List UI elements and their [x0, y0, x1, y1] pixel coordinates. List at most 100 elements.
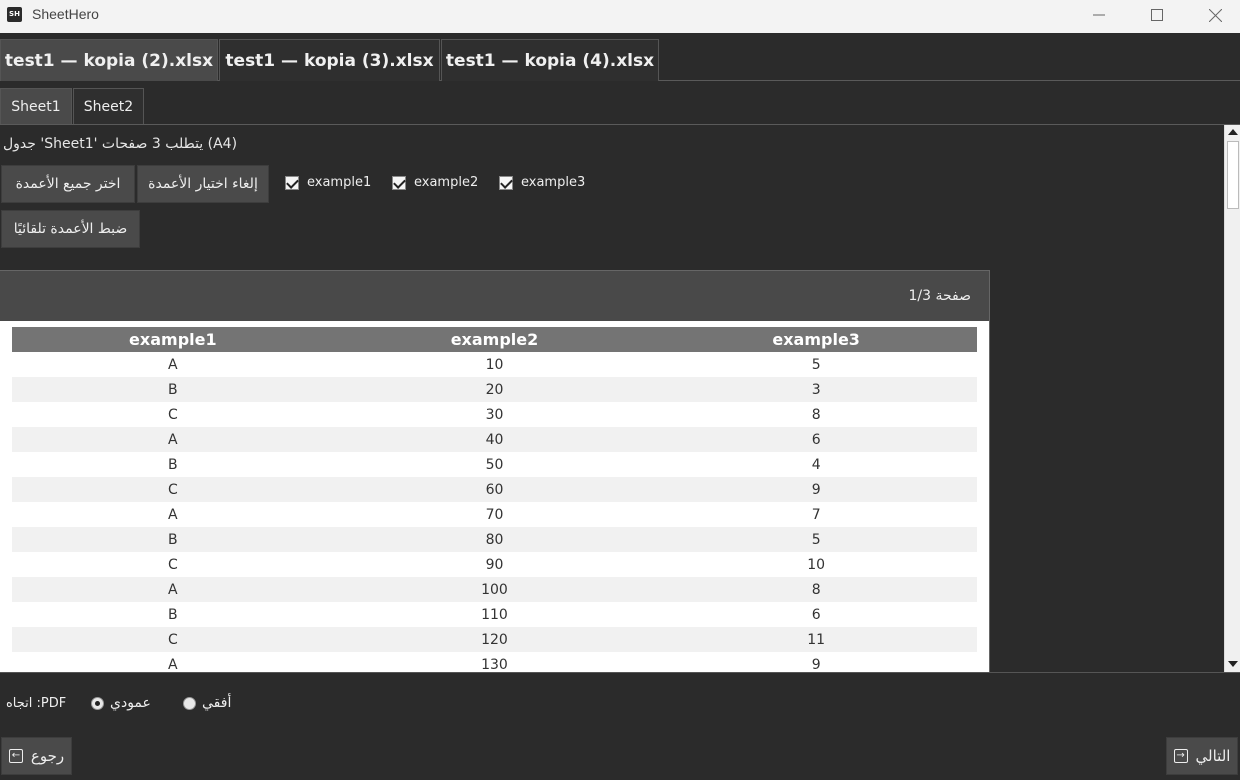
table-cell: 9	[655, 477, 977, 502]
file-tab-kopia-2[interactable]: test1 — kopia (2).xlsx	[0, 39, 218, 81]
table-cell: 8	[655, 402, 977, 427]
maximize-icon	[1151, 9, 1163, 21]
table-cell: 60	[333, 477, 656, 502]
table-cell: 5	[655, 352, 977, 377]
table-cell: 20	[333, 377, 656, 402]
table-cell: 110	[333, 602, 656, 627]
table-cell: B	[12, 527, 334, 552]
table-cell: A	[12, 577, 334, 602]
table-cell: 80	[333, 527, 656, 552]
checkbox-checked-icon	[499, 175, 513, 190]
pages-required-text: (A4) يتطلب 3 صفحات 'Sheet1' جدول	[3, 136, 238, 152]
footer-bar: PDF: اتجاه عمودي أفقي ← رجوع → التالي	[0, 672, 1240, 780]
radio-label: عمودي	[110, 695, 151, 711]
window-title: SheetHero	[32, 6, 99, 22]
arrow-left-icon: ←	[8, 749, 23, 763]
table-cell: 50	[333, 452, 656, 477]
back-button[interactable]: ← رجوع	[1, 737, 72, 775]
table-cell: C	[12, 477, 334, 502]
radio-label: أفقي	[202, 695, 232, 711]
file-tab-kopia-3[interactable]: test1 — kopia (3).xlsx	[219, 39, 440, 81]
table-cell: C	[12, 402, 334, 427]
portrait-radio[interactable]: عمودي	[91, 695, 151, 711]
minimize-icon	[1093, 14, 1105, 16]
table-cell: 6	[655, 602, 977, 627]
column-header: example2	[333, 327, 656, 352]
table-cell: 90	[333, 552, 656, 577]
file-tab-kopia-4[interactable]: test1 — kopia (4).xlsx	[441, 39, 659, 81]
back-label: رجوع	[30, 747, 65, 765]
sheet-tab-bar: Sheet1 Sheet2	[0, 81, 1240, 125]
table-row: B 50 4	[12, 452, 977, 477]
title-bar: SH SheetHero	[0, 0, 1240, 33]
column-checkbox-example1[interactable]: example1	[285, 175, 371, 190]
table-cell: 3	[655, 377, 977, 402]
scrollbar-thumb[interactable]	[1227, 141, 1239, 209]
triangle-down-icon	[1228, 661, 1238, 667]
table-row: A 100 8	[12, 577, 977, 602]
table-cell: 30	[333, 402, 656, 427]
table-header-row: example1 example2 example3	[12, 327, 977, 352]
table-cell: 100	[333, 577, 656, 602]
table-cell: 120	[333, 627, 656, 652]
table-row: A 10 5	[12, 352, 977, 377]
checkbox-checked-icon	[285, 175, 299, 190]
checkbox-label: example2	[414, 175, 479, 190]
checkbox-label: example3	[521, 175, 586, 190]
table-cell: 9	[655, 652, 977, 672]
arrow-right-icon: →	[1173, 749, 1188, 763]
maximize-button[interactable]	[1128, 0, 1186, 30]
table-row: B 80 5	[12, 527, 977, 552]
sheet-tab-sheet2[interactable]: Sheet2	[73, 88, 144, 124]
table-row: B 20 3	[12, 377, 977, 402]
table-cell: 70	[333, 502, 656, 527]
deselect-all-columns-button[interactable]: إلغاء اختيار الأعمدة	[137, 165, 269, 203]
table-cell: 10	[655, 552, 977, 577]
table-cell: 40	[333, 427, 656, 452]
file-tab-bar: test1 — kopia (2).xlsx test1 — kopia (3)…	[0, 33, 1240, 81]
next-label: التالي	[1195, 747, 1231, 765]
table-row: C 60 9	[12, 477, 977, 502]
table-cell: 8	[655, 577, 977, 602]
auto-fit-columns-button[interactable]: ضبط الأعمدة تلقائيًا	[1, 210, 140, 248]
table-row: C 120 11	[12, 627, 977, 652]
table-row: C 90 10	[12, 552, 977, 577]
table-cell: B	[12, 602, 334, 627]
vertical-scrollbar[interactable]	[1224, 125, 1240, 672]
pdf-preview: صفحة 1/3 example1 example2 example3 A 10 5…	[0, 270, 990, 672]
table-cell: B	[12, 377, 334, 402]
preview-header: صفحة 1/3	[0, 271, 989, 321]
table-row: A 130 9	[12, 652, 977, 672]
table-cell: A	[12, 352, 334, 377]
table-cell: B	[12, 452, 334, 477]
table-cell: A	[12, 502, 334, 527]
app-logo-icon: SH	[7, 7, 22, 22]
table-cell: A	[12, 652, 334, 672]
checkbox-label: example1	[307, 175, 372, 190]
table-cell: 4	[655, 452, 977, 477]
table-cell: 5	[655, 527, 977, 552]
table-cell: 11	[655, 627, 977, 652]
sheet-tab-sheet1[interactable]: Sheet1	[0, 88, 72, 124]
minimize-button[interactable]	[1070, 0, 1128, 30]
next-button[interactable]: → التالي	[1166, 737, 1238, 775]
landscape-radio[interactable]: أفقي	[183, 695, 231, 711]
table-cell: C	[12, 552, 334, 577]
close-icon	[1208, 8, 1222, 22]
table-cell: 130	[333, 652, 656, 672]
close-button[interactable]	[1186, 0, 1240, 30]
content-area: (A4) يتطلب 3 صفحات 'Sheet1' جدول اختر جم…	[0, 125, 1224, 672]
scroll-up-arrow[interactable]	[1225, 125, 1240, 139]
table-cell: A	[12, 427, 334, 452]
page-indicator: صفحة 1/3	[908, 288, 972, 304]
table-row: A 40 6	[12, 427, 977, 452]
column-checkbox-example2[interactable]: example2	[392, 175, 478, 190]
table-cell: C	[12, 627, 334, 652]
scroll-down-arrow[interactable]	[1225, 657, 1240, 671]
table-row: B 110 6	[12, 602, 977, 627]
column-header: example1	[12, 327, 334, 352]
select-all-columns-button[interactable]: اختر جميع الأعمدة	[1, 165, 135, 203]
checkbox-checked-icon	[392, 175, 406, 190]
column-checkbox-example3[interactable]: example3	[499, 175, 585, 190]
table-row: C 30 8	[12, 402, 977, 427]
